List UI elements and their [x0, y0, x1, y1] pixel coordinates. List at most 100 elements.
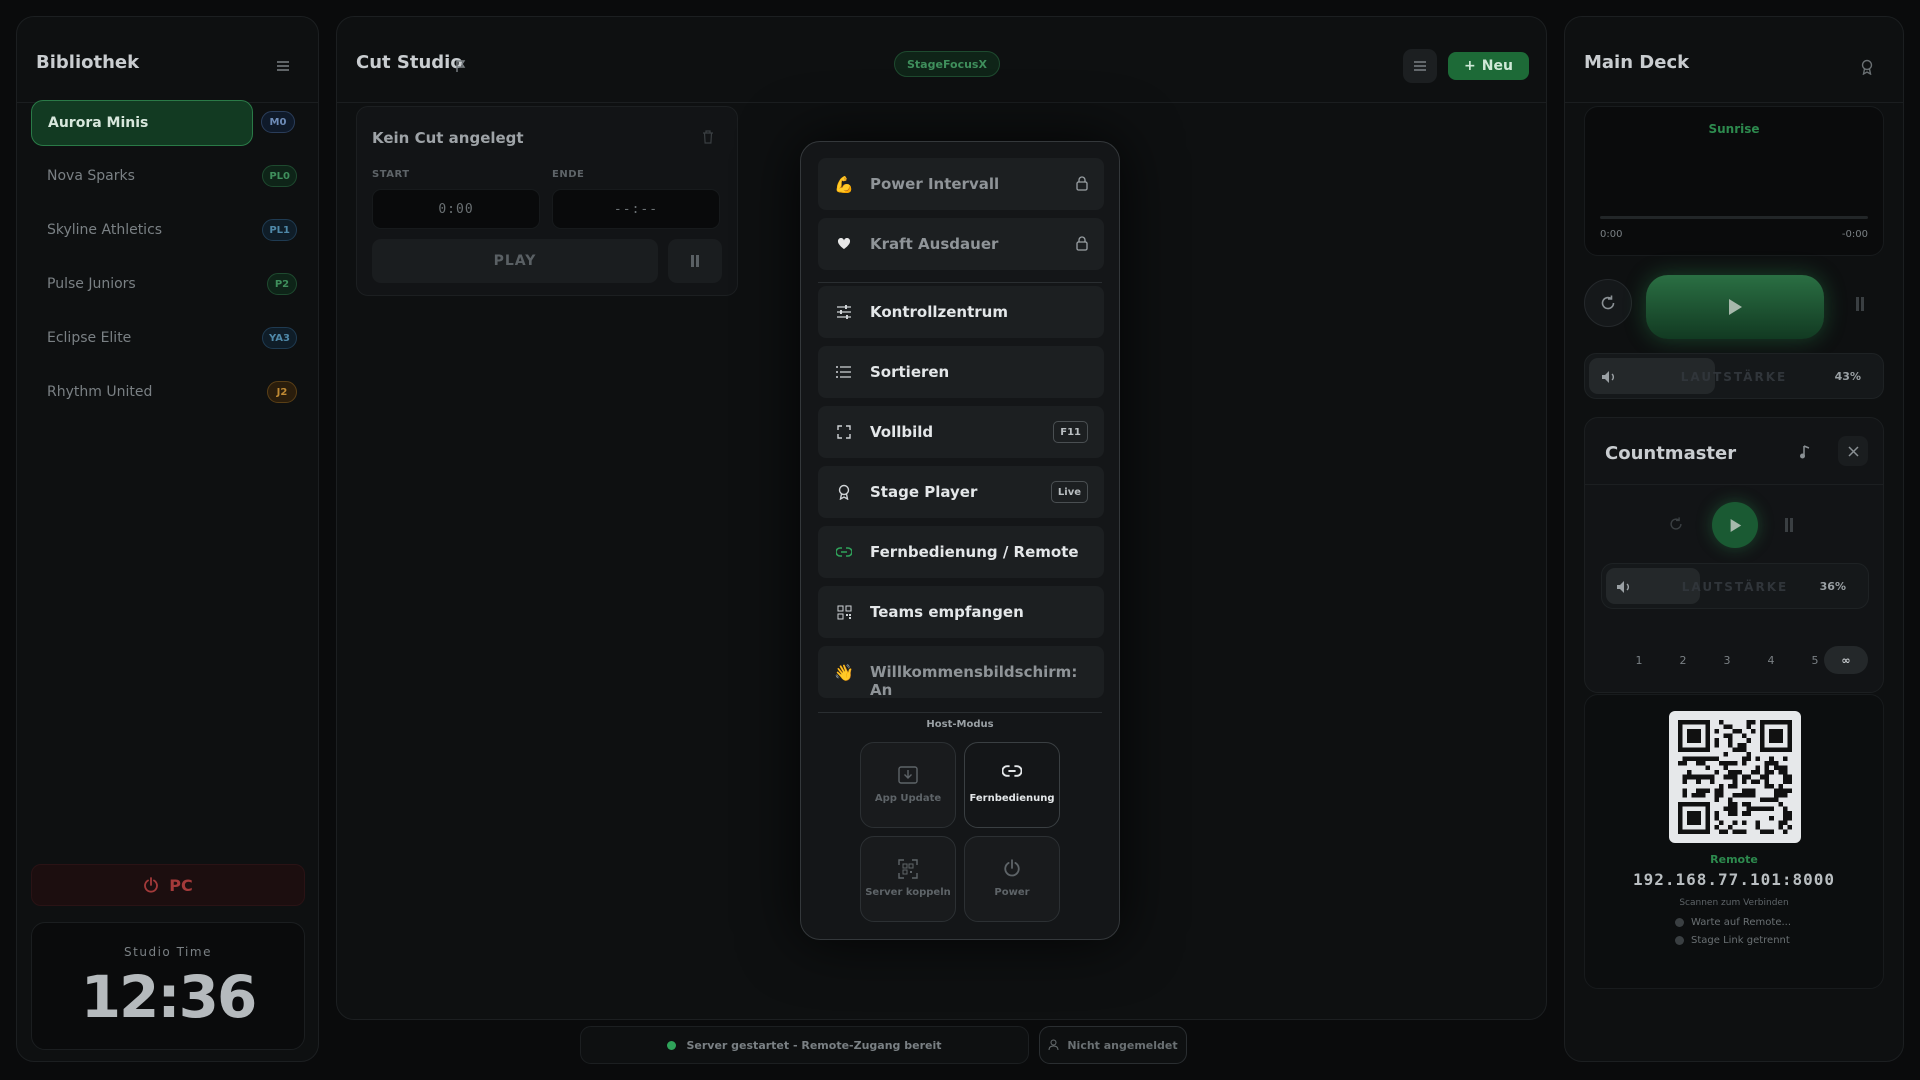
deck-track-card: Sunrise 0:00 -0:00 — [1584, 106, 1884, 256]
pause-cut-button[interactable] — [668, 239, 722, 283]
deck-play-button[interactable] — [1646, 275, 1824, 339]
play-cut-button[interactable]: PLAY — [372, 239, 658, 283]
library-title: Bibliothek — [36, 52, 140, 73]
menu-item-label: Sortieren — [870, 363, 950, 381]
badge-m0: M0 — [261, 111, 295, 133]
menu-icon[interactable] — [266, 49, 300, 83]
fernbedienung-button[interactable]: Fernbedienung — [964, 742, 1060, 828]
countmaster-play-button[interactable] — [1712, 502, 1758, 548]
count-step-infinite[interactable]: ∞ — [1824, 646, 1868, 674]
menu-item-teams-empfangen[interactable]: Teams empfangen — [818, 586, 1104, 638]
deck-reset-button[interactable] — [1584, 279, 1632, 327]
end-time-field[interactable]: --:-- — [552, 189, 720, 229]
menu-item-vollbild[interactable]: Vollbild F11 — [818, 406, 1104, 458]
heart-icon — [834, 234, 854, 254]
stagefocus-tag[interactable]: StageFocusX — [894, 51, 1000, 77]
library-item-nova-sparks[interactable]: Nova Sparks PL0 — [31, 154, 297, 200]
cut-card-title: Kein Cut angelegt — [372, 129, 524, 147]
host-button-label: Server koppeln — [865, 887, 951, 898]
library-item-badge: PL0 — [262, 165, 297, 187]
countmaster-title: Countmaster — [1605, 443, 1737, 464]
menu-item-sortieren[interactable]: Sortieren — [818, 346, 1104, 398]
pc-power-button[interactable]: PC — [31, 864, 305, 906]
time-remaining: -0:00 — [1841, 229, 1868, 240]
library-header: Bibliothek — [17, 17, 318, 103]
main-deck-title: Main Deck — [1584, 52, 1690, 73]
library-panel: Bibliothek Aurora Minis M0 Nova Sparks P… — [16, 16, 319, 1062]
qr-icon — [834, 602, 854, 622]
library-item-badge: PL1 — [262, 219, 297, 241]
menu-item-kontrollzentrum[interactable]: Kontrollzentrum — [818, 286, 1104, 338]
library-item-badge: M0 — [261, 111, 295, 133]
download-icon — [898, 766, 918, 784]
menu-item-kraft-ausdauer[interactable]: Kraft Ausdauer — [818, 218, 1104, 270]
new-button[interactable]: + Neu — [1448, 52, 1529, 80]
library-item-aurora-minis[interactable]: Aurora Minis — [31, 100, 253, 146]
library-item-label: Aurora Minis — [48, 115, 149, 131]
library-item-rhythm-united[interactable]: Rhythm United J2 — [31, 370, 297, 416]
login-status-button[interactable]: Nicht angemeldet — [1039, 1026, 1187, 1064]
shortcut-badge: F11 — [1053, 421, 1088, 443]
plus-icon: + — [1464, 58, 1476, 74]
server-status-bar: Server gestartet - Remote-Zugang bereit — [580, 1026, 1029, 1064]
refresh-icon — [1601, 295, 1615, 310]
menu-item-label: Kraft Ausdauer — [870, 235, 999, 253]
library-item-label: Rhythm United — [47, 384, 153, 400]
status-dot — [667, 1040, 677, 1050]
menu-item-fernbedienung-remote[interactable]: Fernbedienung / Remote — [818, 526, 1104, 578]
end-label: ENDE — [552, 169, 585, 180]
login-status-text: Nicht angemeldet — [1067, 1038, 1178, 1052]
menu-item-label: Willkommensbildschirm: An — [870, 663, 1078, 699]
deck-pause-button[interactable] — [1848, 292, 1872, 316]
list-view-button[interactable] — [1403, 49, 1437, 83]
library-item-pulse-juniors[interactable]: Pulse Juniors P2 — [31, 262, 297, 308]
context-menu: 💪 Power Intervall Kraft Ausdauer Kontrol… — [800, 141, 1120, 940]
studio-time-clock: 12:36 — [80, 963, 258, 1031]
server-status-text: Server gestartet - Remote-Zugang bereit — [686, 1038, 942, 1052]
pause-icon — [691, 255, 699, 267]
link-icon — [834, 542, 854, 562]
deck-volume-slider[interactable]: LAUTSTÄRKE 43% — [1584, 353, 1884, 399]
track-progress[interactable] — [1600, 216, 1868, 219]
menu-item-stage-player[interactable]: Stage Player Live — [818, 466, 1104, 518]
user-icon — [1048, 1039, 1059, 1051]
count-step-3[interactable]: 3 — [1713, 646, 1741, 674]
library-item-badge: J2 — [267, 381, 297, 403]
library-item-skyline-athletics[interactable]: Skyline Athletics PL1 — [31, 208, 297, 254]
lock-icon — [1076, 236, 1088, 251]
library-item-eclipse-elite[interactable]: Eclipse Elite YA3 — [31, 316, 297, 362]
library-item-label: Eclipse Elite — [47, 330, 132, 346]
award-icon — [834, 482, 854, 502]
award-icon[interactable] — [1860, 59, 1874, 75]
refresh-icon[interactable] — [1668, 516, 1684, 532]
server-koppeln-button[interactable]: Server koppeln — [860, 836, 956, 922]
status-dot — [1675, 936, 1684, 945]
trash-icon[interactable] — [702, 130, 714, 144]
power-button[interactable]: Power — [964, 836, 1060, 922]
host-button-label: Fernbedienung — [969, 793, 1055, 804]
menu-item-label: Fernbedienung / Remote — [870, 543, 1079, 561]
host-button-label: Power — [994, 887, 1030, 898]
volume-value: 43% — [1834, 370, 1861, 383]
main-deck-panel: Main Deck Sunrise 0:00 -0:00 LAUTSTÄRKE … — [1564, 16, 1904, 1062]
count-step-4[interactable]: 4 — [1757, 646, 1785, 674]
count-step-1[interactable]: 1 — [1625, 646, 1653, 674]
close-countmaster-button[interactable] — [1838, 436, 1868, 466]
count-step-2[interactable]: 2 — [1669, 646, 1697, 674]
app-update-button[interactable]: App Update — [860, 742, 956, 828]
menu-item-willkommensbildschirm[interactable]: 👋 Willkommensbildschirm: An — [818, 646, 1104, 699]
pause-icon[interactable] — [1784, 518, 1794, 532]
cut-card: Kein Cut angelegt START ENDE 0:00 --:-- … — [356, 106, 738, 296]
time-elapsed: 0:00 — [1600, 229, 1623, 240]
host-button-label: App Update — [874, 793, 942, 804]
start-label: START — [372, 169, 410, 180]
start-time-field[interactable]: 0:00 — [372, 189, 540, 229]
menu-item-power-intervall[interactable]: 💪 Power Intervall — [818, 158, 1104, 210]
menu-divider — [818, 282, 1102, 283]
countmaster-volume-slider[interactable]: LAUTSTÄRKE 36% — [1601, 563, 1869, 609]
pc-power-label: PC — [169, 875, 193, 895]
pause-icon — [1856, 297, 1864, 311]
volume-value: 36% — [1819, 580, 1846, 593]
flag-icon[interactable] — [455, 59, 467, 73]
music-note-icon[interactable] — [1799, 444, 1811, 460]
